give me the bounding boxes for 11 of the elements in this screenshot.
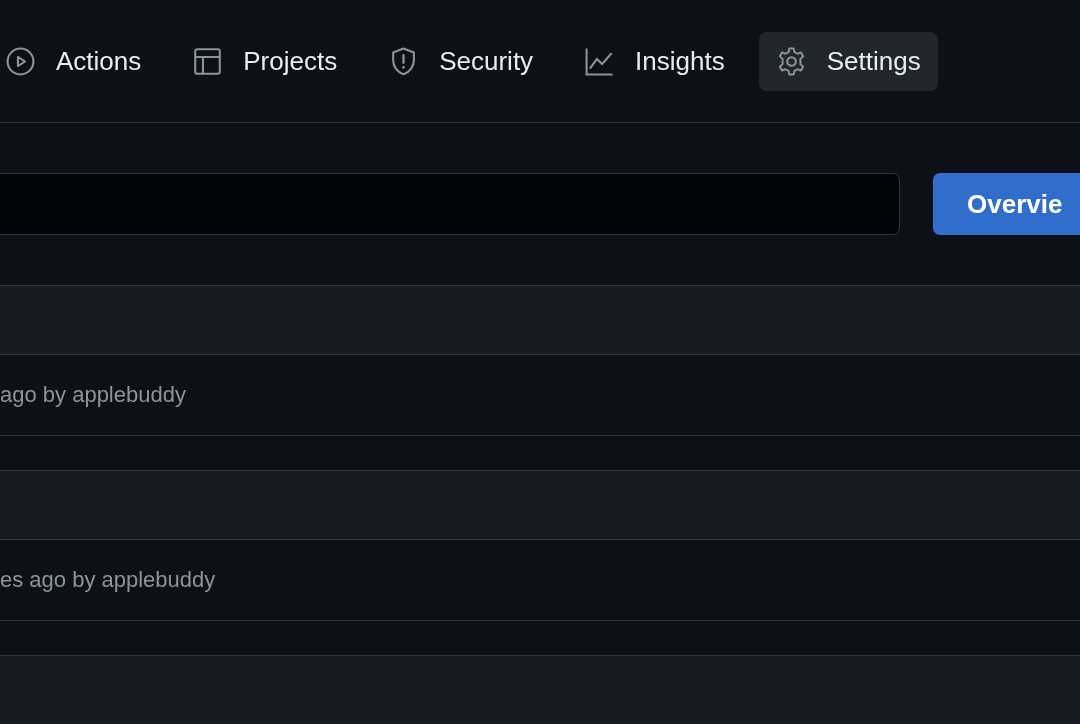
nav-tab[interactable]: Settings xyxy=(758,31,938,91)
search-field[interactable] xyxy=(0,173,900,235)
overview-button[interactable]: Overvie xyxy=(933,173,1080,235)
table-icon xyxy=(192,45,224,77)
nav-tab[interactable]: Actions xyxy=(0,31,159,91)
nav-tab[interactable]: Security xyxy=(371,31,551,91)
play-icon xyxy=(5,45,36,77)
nav-tab[interactable]: Insights xyxy=(567,31,742,91)
commit-meta: es ago by applebuddy xyxy=(0,567,216,593)
nav-tab[interactable]: Projects xyxy=(175,31,355,91)
commit-meta: ago by applebuddy xyxy=(0,382,186,408)
